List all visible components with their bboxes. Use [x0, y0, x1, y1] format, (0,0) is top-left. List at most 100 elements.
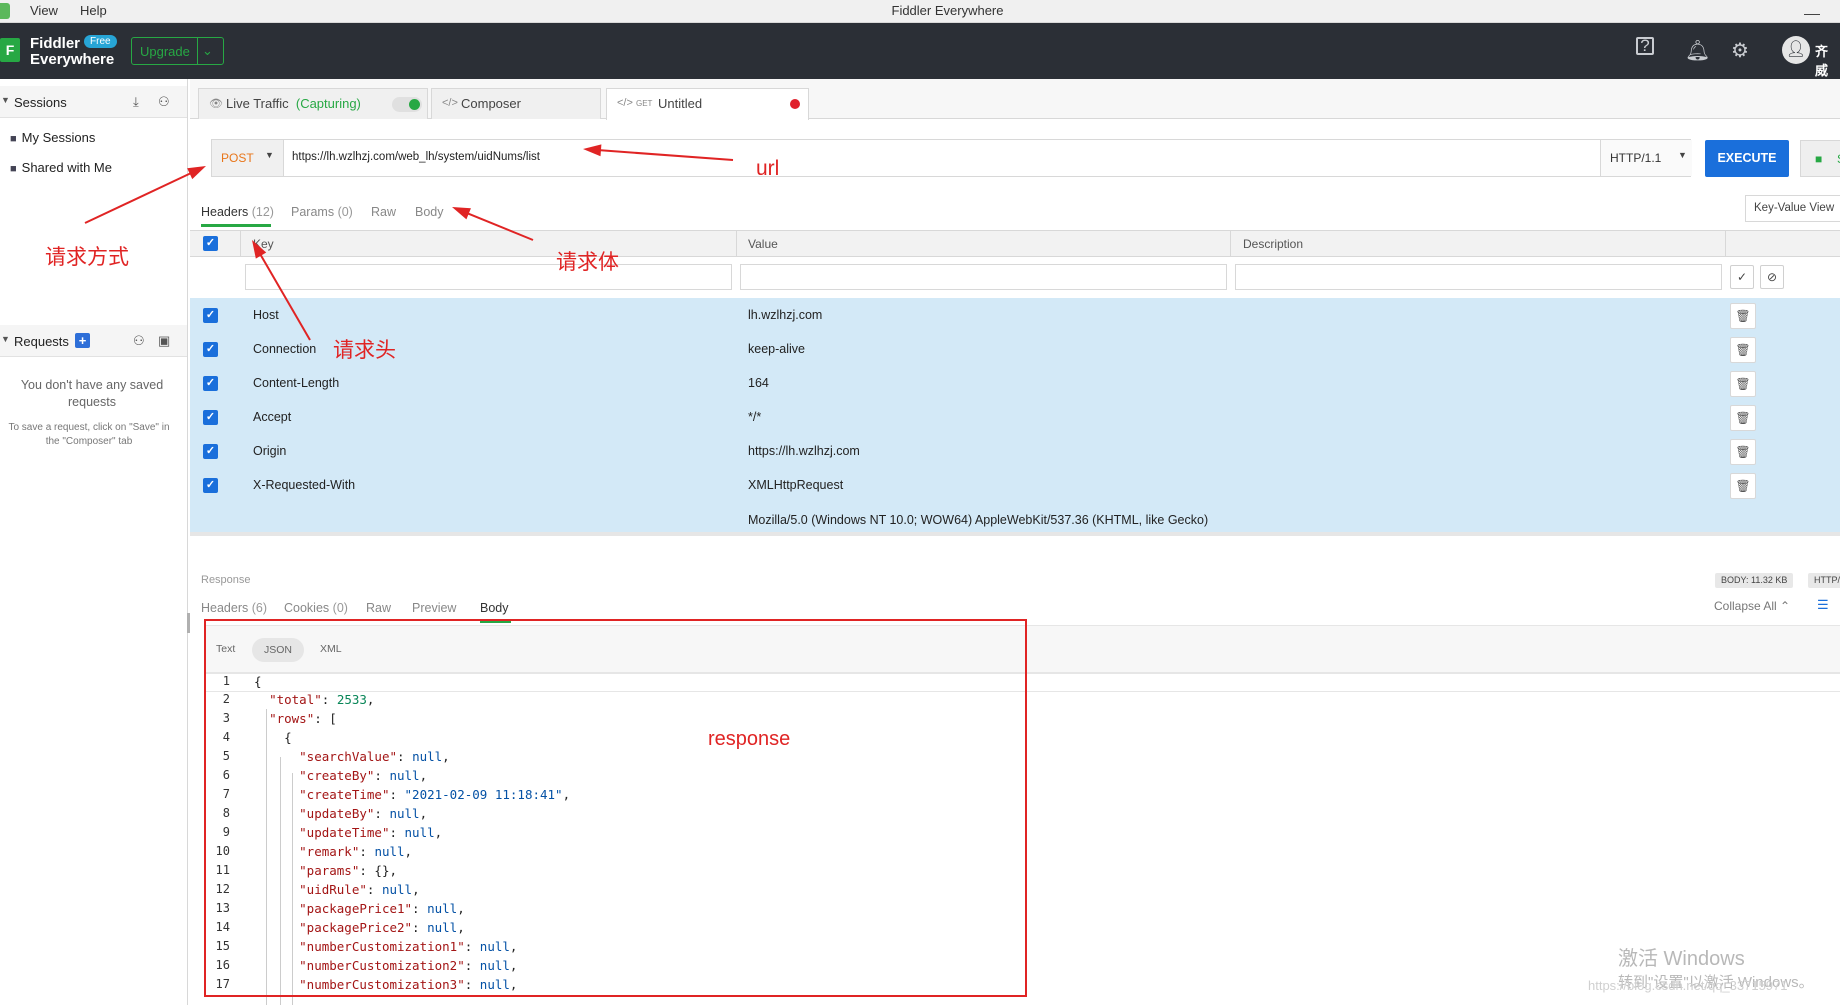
bell-icon[interactable]: 🔔︎	[1685, 38, 1710, 63]
row-checkbox[interactable]: ✓	[203, 308, 218, 323]
row-checkbox[interactable]: ✓	[203, 342, 218, 357]
new-description-input[interactable]	[1235, 264, 1722, 290]
minimize-icon[interactable]	[1804, 14, 1820, 15]
help-icon[interactable]: ?	[1636, 37, 1654, 55]
empty-requests-hint: To save a request, click on "Save" in th…	[8, 422, 170, 447]
brand-name: Fiddler	[30, 35, 81, 52]
upgrade-label: Upgrade	[140, 44, 190, 59]
table-row[interactable]: ✓ Origin https://lh.wzlhzj.com 🗑︎	[190, 434, 1840, 468]
table-row[interactable]: ✓ Content-Length 164 🗑︎	[190, 366, 1840, 400]
headers-grid: ✓ Key Value Description ✓ ⊘ ✓ Host lh.wz…	[190, 230, 1840, 565]
app-header: F Fiddler Everywhere Free Upgrade ⌄ ? 🔔︎…	[0, 23, 1840, 79]
caret-down-icon: ▼	[1678, 150, 1687, 160]
partial-user-agent-value[interactable]: Mozilla/5.0 (Windows NT 10.0; WOW64) App…	[748, 513, 1208, 527]
collapse-all-button[interactable]: Collapse All ⌃	[1714, 599, 1790, 613]
body-size-badge: BODY: 11.32 KB	[1715, 573, 1794, 588]
protocol-select[interactable]: HTTP/1.1 ▼	[1600, 140, 1692, 176]
row-checkbox[interactable]: ✓	[203, 376, 218, 391]
row-checkbox[interactable]: ✓	[203, 444, 218, 459]
share-users-icon[interactable]: ⚇	[158, 94, 170, 110]
add-request-icon[interactable]: +	[75, 333, 90, 348]
response-annotation-box	[204, 619, 1027, 997]
upgrade-button[interactable]: Upgrade ⌄	[131, 37, 224, 65]
fiddler-logo: F	[0, 38, 20, 62]
unsaved-dot-icon	[790, 99, 800, 109]
resp-tab-headers[interactable]: Headers (6)	[201, 601, 267, 615]
avatar-icon[interactable]: 👤︎	[1782, 36, 1810, 64]
request-bar: POST ▼ https://lh.wzlhzj.com/web_lh/syst…	[211, 139, 1692, 177]
pane-splitter[interactable]	[190, 532, 1840, 536]
table-row[interactable]: Mozilla/5.0 (Windows NT 10.0; WOW64) App…	[190, 502, 1840, 532]
tab-untitled[interactable]: </> GET Untitled	[606, 88, 809, 120]
user-name[interactable]: 齐威	[1815, 41, 1840, 79]
table-row[interactable]: ✓ Accept */* 🗑︎	[190, 400, 1840, 434]
eye-icon: 👁︎	[209, 98, 223, 110]
gear-icon[interactable]: ⚙	[1731, 38, 1749, 63]
chevron-down-icon[interactable]: ⌄	[202, 43, 213, 59]
row-checkbox[interactable]: ✓	[203, 410, 218, 425]
folder-icon: ■	[10, 133, 17, 145]
brand-name-line2: Everywhere	[30, 51, 115, 68]
tab-live-traffic[interactable]: 👁︎ Live Traffic (Capturing)	[198, 88, 428, 119]
new-folder-icon[interactable]: ▣	[158, 333, 170, 349]
trash-icon[interactable]: 🗑︎	[1730, 303, 1756, 329]
trash-icon[interactable]: 🗑︎	[1730, 337, 1756, 363]
code-icon: </>	[442, 97, 458, 109]
active-tab-indicator	[201, 224, 271, 227]
collapse-triangle-icon[interactable]: ▼	[1, 334, 10, 344]
trash-icon[interactable]: 🗑︎	[1730, 405, 1756, 431]
req-tab-raw[interactable]: Raw	[371, 205, 396, 219]
trash-icon[interactable]: 🗑︎	[1730, 371, 1756, 397]
resp-tab-raw[interactable]: Raw	[366, 601, 391, 615]
method-value: POST	[221, 151, 254, 165]
method-select[interactable]: POST ▼	[212, 140, 284, 176]
collapse-triangle-icon[interactable]: ▼	[1, 95, 10, 105]
table-row[interactable]: ✓ X-Requested-With XMLHttpRequest 🗑︎	[190, 468, 1840, 502]
save-button[interactable]: ■ S	[1800, 140, 1840, 177]
resp-tab-body[interactable]: Body	[480, 601, 509, 615]
resp-tab-preview[interactable]: Preview	[412, 601, 456, 615]
response-label: Response	[201, 574, 251, 586]
csdn-watermark: https://blog.csdn.net/qq_33715971	[1588, 978, 1788, 993]
check-icon[interactable]: ✓	[1730, 265, 1754, 289]
menu-bar: View Help Fiddler Everywhere	[0, 0, 1840, 23]
requests-title: Requests	[14, 334, 69, 349]
word-wrap-icon[interactable]: ☰	[1817, 597, 1829, 613]
sessions-title: Sessions	[14, 95, 67, 110]
req-tab-params[interactable]: Params (0)	[291, 205, 353, 219]
tab-composer[interactable]: </> Composer	[431, 88, 601, 119]
arrow-head	[582, 143, 602, 157]
sessions-header[interactable]: ▼ Sessions ⤓ ⚇	[0, 86, 187, 118]
import-icon[interactable]: ⤓	[133, 94, 139, 110]
annotation-body: 请求体	[556, 251, 619, 274]
chevron-up-icon: ⌃	[1780, 599, 1791, 613]
empty-requests-message: You don't have any saved requests	[20, 378, 164, 409]
req-tab-headers[interactable]: Headers (12)	[201, 205, 274, 219]
new-value-input[interactable]	[740, 264, 1227, 290]
cancel-icon[interactable]: ⊘	[1760, 265, 1784, 289]
annotation-response: response	[708, 728, 791, 750]
capture-toggle[interactable]	[392, 97, 422, 112]
activation-watermark: 激活 Windows	[1618, 948, 1745, 970]
requests-header[interactable]: ▼ Requests + ⚇ ▣	[0, 325, 187, 357]
caret-down-icon: ▼	[265, 150, 274, 160]
sidebar-item-my-sessions[interactable]: ■ My Sessions	[10, 130, 95, 145]
arrow-head	[449, 201, 471, 220]
window-title: Fiddler Everywhere	[891, 3, 1004, 18]
key-value-view-button[interactable]: Key-Value View	[1745, 195, 1840, 222]
table-row[interactable]: ✓ Host lh.wzlhzj.com 🗑︎	[190, 298, 1840, 332]
row-checkbox[interactable]: ✓	[203, 478, 218, 493]
sidebar-item-shared-with-me[interactable]: ■ Shared with Me	[10, 160, 112, 175]
resp-tab-cookies[interactable]: Cookies (0)	[284, 601, 348, 615]
url-input[interactable]: https://lh.wzlhzj.com/web_lh/system/uidN…	[292, 151, 540, 163]
grid-header-row: ✓ Key Value Description	[190, 230, 1840, 257]
table-row[interactable]: ✓ Connection keep-alive 🗑︎	[190, 332, 1840, 366]
trash-icon[interactable]: 🗑︎	[1730, 473, 1756, 499]
req-tab-body[interactable]: Body	[415, 205, 444, 219]
select-all-checkbox[interactable]: ✓	[203, 236, 218, 251]
new-key-input[interactable]	[245, 264, 732, 290]
trash-icon[interactable]: 🗑︎	[1730, 439, 1756, 465]
share-users-icon[interactable]: ⚇	[133, 333, 145, 349]
execute-button[interactable]: EXECUTE	[1705, 140, 1789, 177]
panel-splitter[interactable]	[187, 613, 190, 633]
